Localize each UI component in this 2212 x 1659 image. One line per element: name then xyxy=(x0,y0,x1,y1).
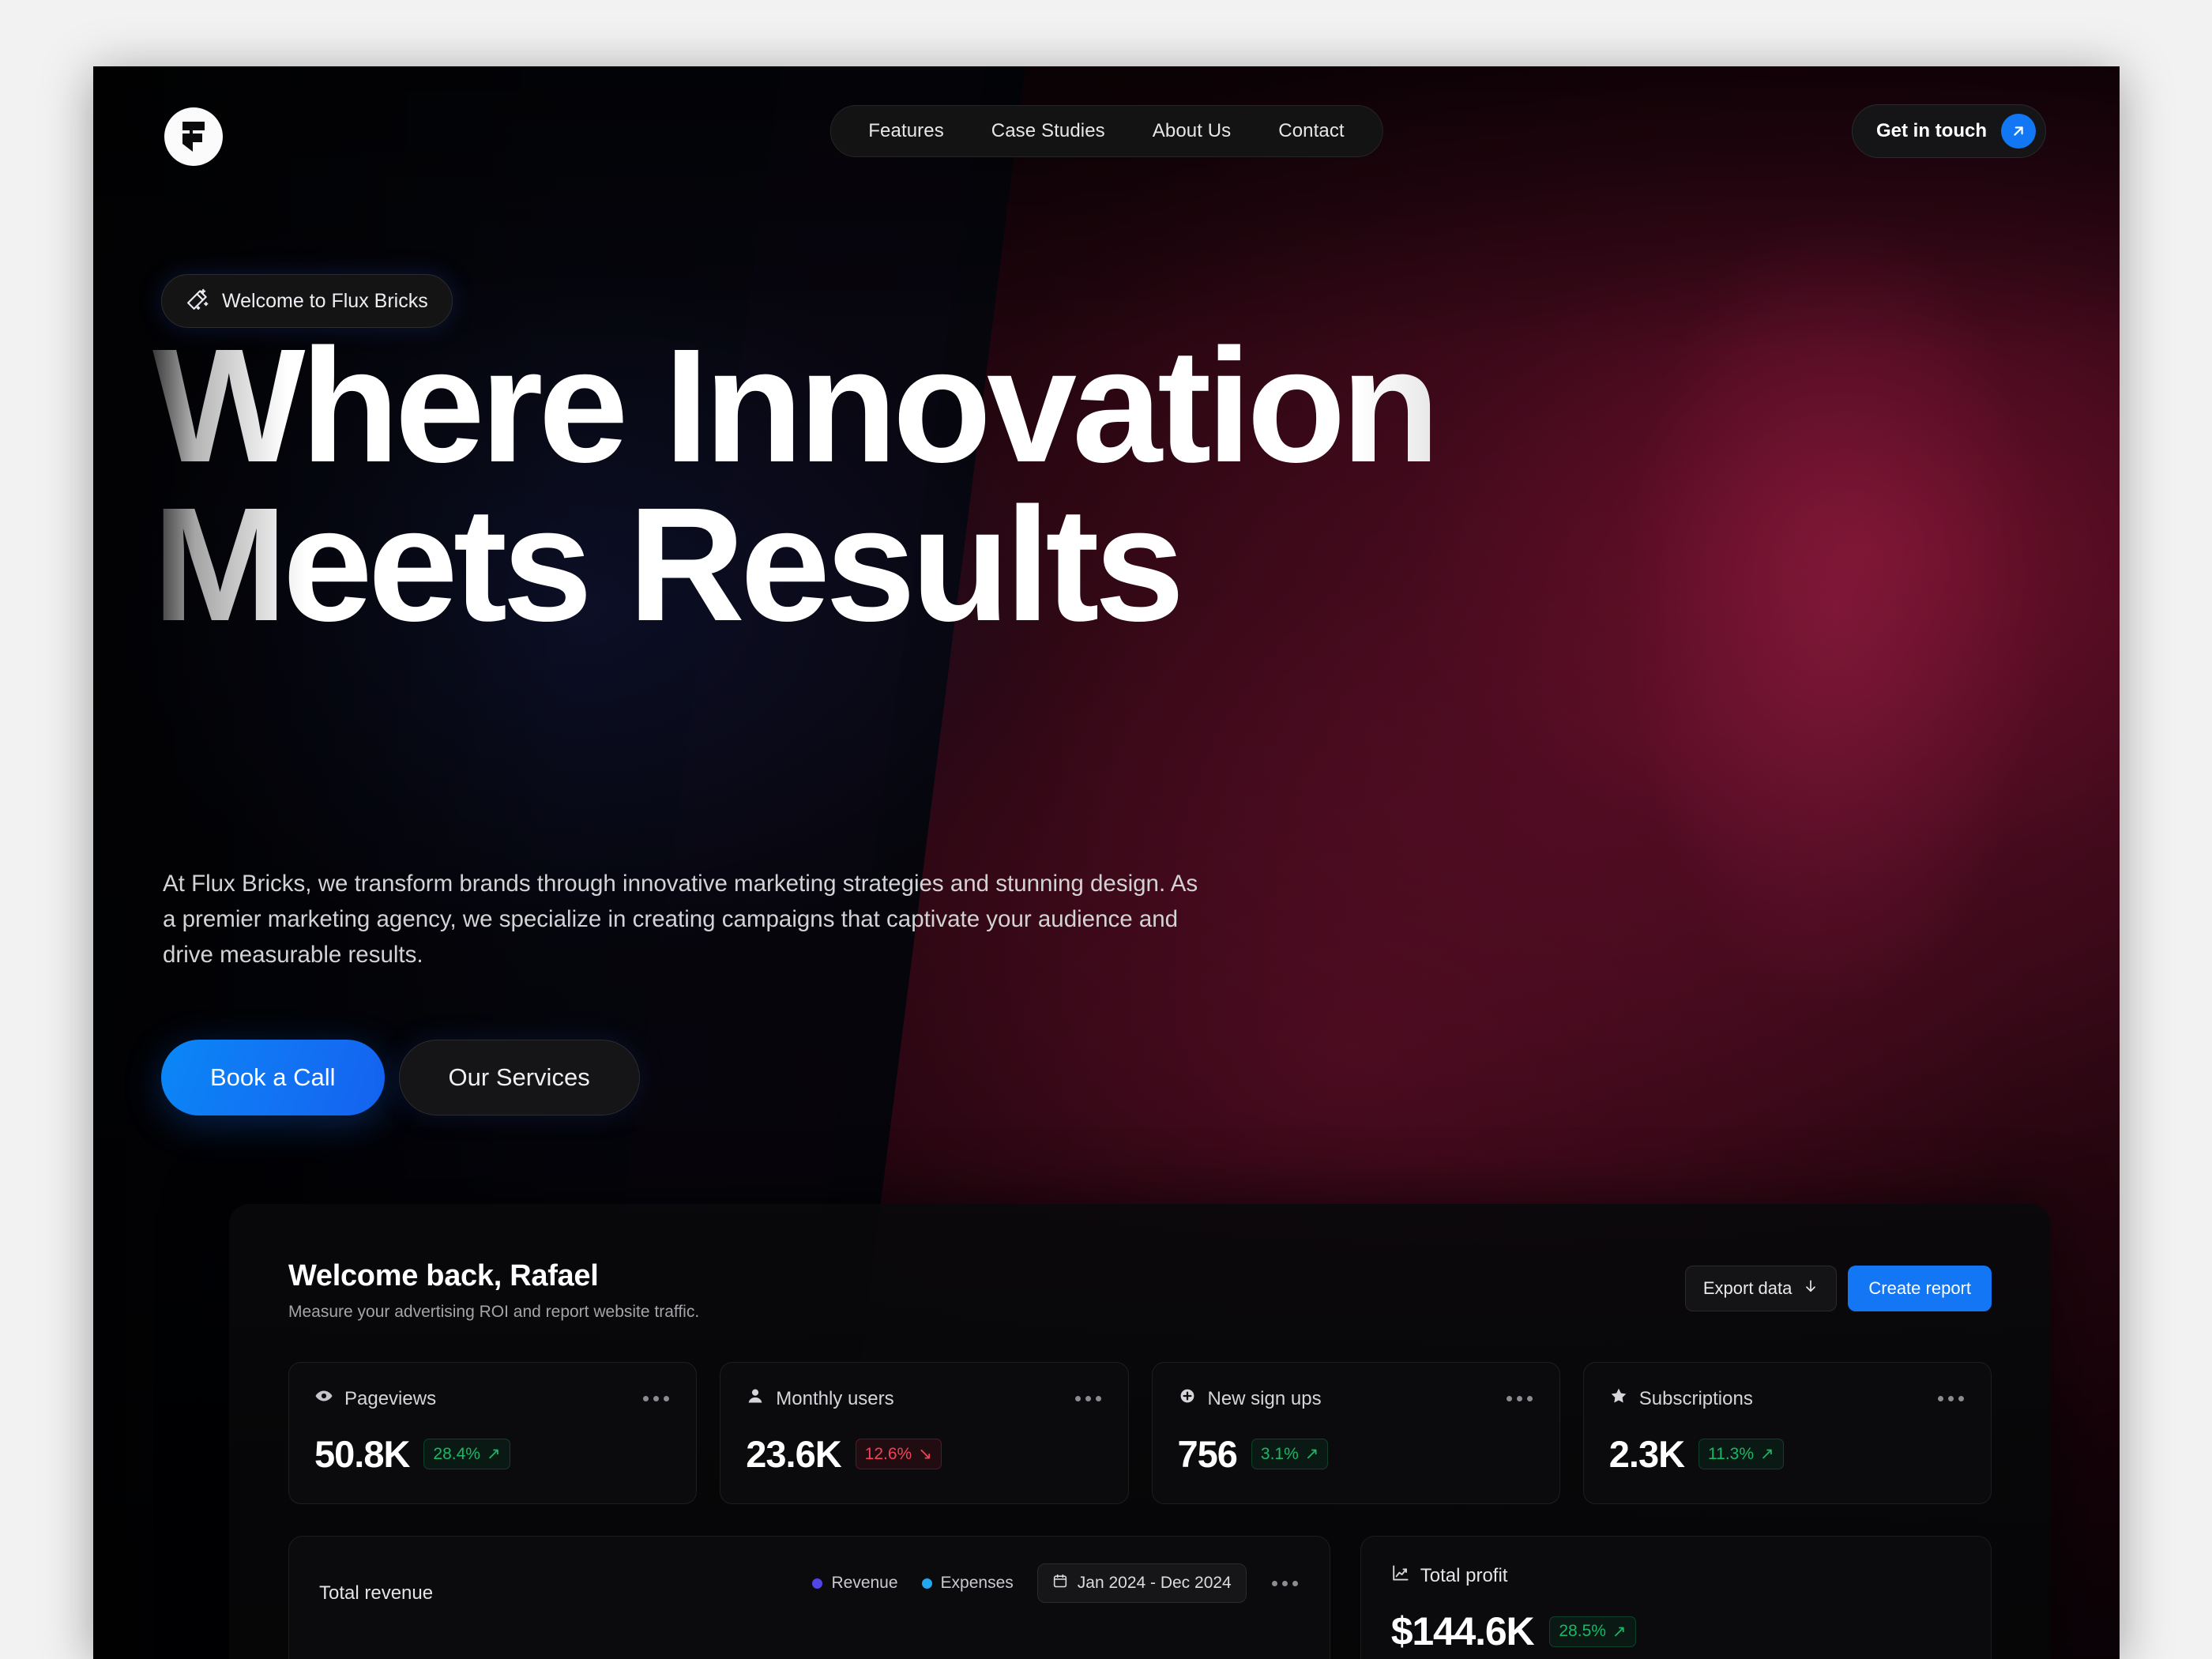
nav-item-about-us[interactable]: About Us xyxy=(1132,112,1252,150)
revenue-card-menu[interactable] xyxy=(1270,1576,1300,1591)
total-profit-header: Total profit xyxy=(1391,1563,1961,1588)
stat-delta-value-pageviews: 28.4% xyxy=(433,1444,480,1463)
stat-delta-new-sign-ups: 3.1% ↗ xyxy=(1251,1439,1329,1469)
export-data-button[interactable]: Export data xyxy=(1684,1266,1838,1311)
stat-card-pageviews[interactable]: Pageviews 50.8K 28.4% ↗ xyxy=(288,1362,698,1504)
star-icon xyxy=(1609,1386,1628,1411)
stat-delta-value-subscriptions: 11.3% xyxy=(1708,1444,1755,1463)
primary-nav: Features Case Studies About Us Contact xyxy=(830,105,1383,157)
legend-expenses: Expenses xyxy=(921,1574,1014,1593)
stat-menu-pageviews[interactable] xyxy=(641,1391,671,1406)
total-profit-delta: 28.5% ↗ xyxy=(1549,1616,1636,1647)
stat-card-subscriptions[interactable]: Subscriptions 2.3K 11.3% ↗ xyxy=(1582,1362,1992,1504)
app-viewport: Features Case Studies About Us Contact G… xyxy=(93,66,2120,1659)
create-report-button[interactable]: Create report xyxy=(1848,1266,1992,1311)
user-icon xyxy=(746,1386,765,1411)
book-a-call-button[interactable]: Book a Call xyxy=(161,1040,385,1115)
arrow-down-icon xyxy=(1803,1278,1819,1299)
stat-delta-subscriptions: 11.3% ↗ xyxy=(1698,1439,1784,1469)
stat-label-pageviews: Pageviews xyxy=(344,1387,437,1409)
hero-cta-group: Book a Call Our Services xyxy=(161,1040,640,1115)
stat-delta-monthly-users: 12.6% ↘ xyxy=(855,1439,942,1469)
nav-item-contact[interactable]: Contact xyxy=(1258,112,1364,150)
legend-label-revenue: Revenue xyxy=(831,1574,898,1592)
stat-value-pageviews: 50.8K xyxy=(314,1433,410,1475)
dashboard-header: Welcome back, Rafael Measure your advert… xyxy=(288,1259,699,1322)
legend-swatch-revenue xyxy=(812,1578,823,1589)
stat-value-subscriptions: 2.3K xyxy=(1608,1433,1685,1475)
calendar-icon xyxy=(1052,1573,1068,1593)
get-in-touch-label: Get in touch xyxy=(1876,120,1987,141)
stat-delta-value-new-sign-ups: 3.1% xyxy=(1260,1444,1299,1463)
chart-line-icon xyxy=(1391,1563,1410,1588)
dashboard-title: Welcome back, Rafael xyxy=(288,1259,599,1292)
hero-paragraph: At Flux Bricks, we transform brands thro… xyxy=(163,871,1198,968)
headline-line-2: Meets Results xyxy=(152,483,2064,645)
logo-f-glyph xyxy=(182,122,205,152)
stat-menu-new-sign-ups[interactable] xyxy=(1505,1391,1534,1406)
stat-delta-pageviews: 28.4% ↗ xyxy=(423,1439,510,1469)
total-revenue-card: Total revenue Revenue Expenses Jan 2024 … xyxy=(288,1536,1330,1659)
total-profit-value: $144.6K xyxy=(1390,1609,1535,1653)
plus-circle-icon xyxy=(1178,1386,1197,1411)
trend-up-arrow-icon: ↗ xyxy=(1304,1445,1319,1463)
trend-up-arrow-icon: ↗ xyxy=(486,1445,501,1463)
stat-menu-monthly-users[interactable] xyxy=(1074,1391,1103,1406)
get-in-touch-button[interactable]: Get in touch xyxy=(1852,104,2046,158)
total-revenue-title: Total revenue xyxy=(319,1582,434,1604)
trend-up-arrow-icon: ↗ xyxy=(1760,1445,1774,1463)
flux-bricks-logo[interactable] xyxy=(164,107,223,166)
legend-revenue: Revenue xyxy=(812,1574,898,1593)
trend-down-arrow-icon: ↘ xyxy=(918,1445,932,1463)
stat-menu-subscriptions[interactable] xyxy=(1936,1391,1966,1406)
nav-item-features[interactable]: Features xyxy=(848,112,965,150)
hero-headline: Where Innovation Meets Results xyxy=(152,325,2064,645)
dashboard-actions: Export data Create report xyxy=(1684,1266,1992,1311)
stat-value-new-sign-ups: 756 xyxy=(1177,1433,1238,1475)
dashboard-panel: Welcome back, Rafael Measure your advert… xyxy=(229,1204,2051,1659)
stat-label-new-sign-ups: New sign ups xyxy=(1207,1387,1322,1409)
eye-icon xyxy=(314,1386,333,1411)
date-range-label: Jan 2024 - Dec 2024 xyxy=(1077,1574,1232,1592)
headline-line-1: Where Innovation xyxy=(152,325,2064,487)
stat-label-subscriptions: Subscriptions xyxy=(1638,1387,1753,1409)
stat-card-monthly-users[interactable]: Monthly users 23.6K 12.6% ↘ xyxy=(720,1362,1129,1504)
date-range-picker[interactable]: Jan 2024 - Dec 2024 xyxy=(1036,1563,1247,1603)
site-header: Features Case Studies About Us Contact G… xyxy=(93,66,2120,224)
legend-label-expenses: Expenses xyxy=(940,1574,1014,1592)
stat-value-monthly-users: 23.6K xyxy=(746,1433,841,1475)
stat-label-monthly-users: Monthly users xyxy=(776,1387,894,1409)
our-services-button[interactable]: Our Services xyxy=(398,1040,640,1115)
stat-delta-value-monthly-users: 12.6% xyxy=(864,1444,912,1463)
total-profit-card: Total profit $144.6K 28.5% ↗ xyxy=(1360,1536,1992,1659)
arrow-up-right-icon xyxy=(2001,114,2036,149)
stat-card-row: Pageviews 50.8K 28.4% ↗ Monthly users 23… xyxy=(288,1362,1992,1504)
dashboard-chart-row: Total revenue Revenue Expenses Jan 2024 … xyxy=(288,1536,1992,1659)
magic-wand-icon xyxy=(186,288,209,315)
total-profit-delta-value: 28.5% xyxy=(1559,1622,1606,1640)
export-data-label: Export data xyxy=(1702,1278,1793,1298)
legend-swatch-expenses xyxy=(921,1578,932,1589)
trend-up-arrow-icon: ↗ xyxy=(1612,1622,1627,1641)
welcome-badge-label: Welcome to Flux Bricks xyxy=(222,289,428,312)
dashboard-subtitle: Measure your advertising ROI and report … xyxy=(288,1303,700,1321)
nav-item-case-studies[interactable]: Case Studies xyxy=(971,112,1126,150)
total-profit-title: Total profit xyxy=(1420,1564,1508,1586)
stat-card-new-sign-ups[interactable]: New sign ups 756 3.1% ↗ xyxy=(1151,1362,1560,1504)
